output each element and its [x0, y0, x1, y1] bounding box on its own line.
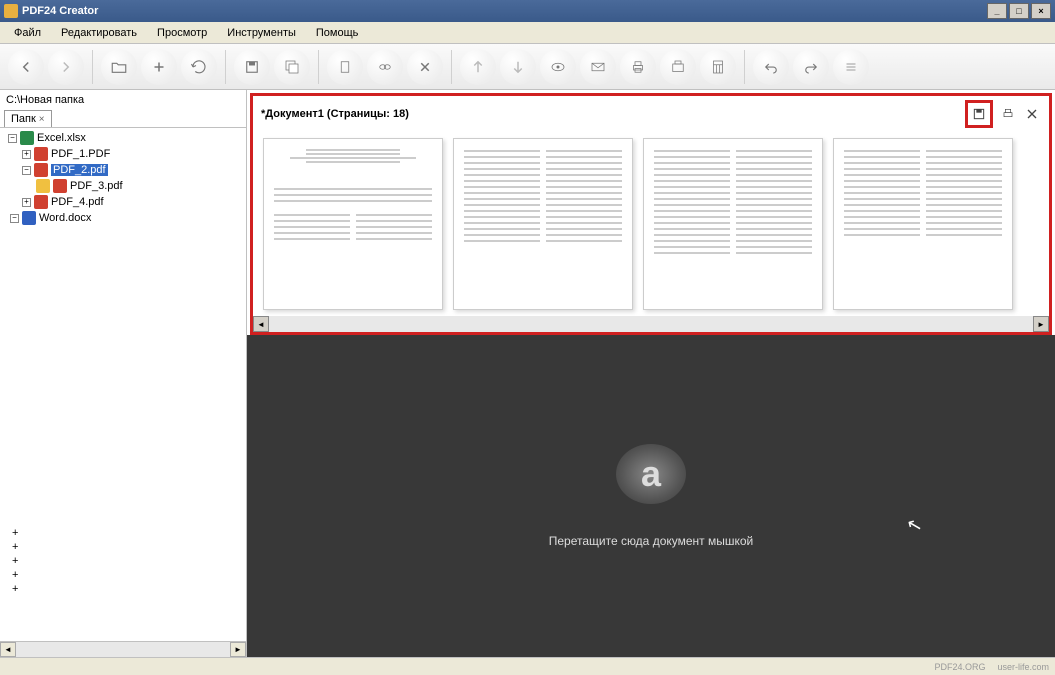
tree-extra-nodes: + + + + +	[6, 526, 246, 596]
expand-icon[interactable]: +	[12, 583, 18, 595]
document-header: *Документ1 (Страницы: 18)	[253, 96, 1049, 132]
window-controls: _ □ ×	[987, 3, 1051, 19]
tree-item[interactable]: − Excel.xlsx	[6, 130, 246, 146]
document-close-button[interactable]	[1023, 105, 1041, 123]
print-button[interactable]	[620, 49, 656, 85]
expand-icon[interactable]: +	[12, 527, 18, 539]
fax-button[interactable]	[660, 49, 696, 85]
back-button[interactable]	[8, 49, 44, 85]
preview-button[interactable]	[540, 49, 576, 85]
email-button[interactable]	[580, 49, 616, 85]
new-page-button[interactable]	[327, 49, 363, 85]
tab-label: Папк	[11, 113, 36, 125]
drop-hint-text: Перетащите сюда документ мышкой	[549, 534, 754, 548]
tree-item[interactable]: + PDF_4.pdf	[6, 194, 246, 210]
expand-icon[interactable]: −	[8, 134, 17, 143]
menu-help[interactable]: Помощь	[306, 25, 369, 41]
watermark: user-life.com	[997, 662, 1049, 672]
current-path-label: С:\Новая папка	[0, 90, 246, 110]
excel-file-icon	[20, 131, 34, 145]
drop-zone[interactable]: a ↖ Перетащите сюда документ мышкой	[247, 335, 1055, 657]
toolbar	[0, 44, 1055, 90]
menu-view[interactable]: Просмотр	[147, 25, 217, 41]
minimize-button[interactable]: _	[987, 3, 1007, 19]
page-thumbnail[interactable]	[263, 138, 443, 310]
menu-file[interactable]: Файл	[4, 25, 51, 41]
menu-tools[interactable]: Инструменты	[217, 25, 306, 41]
refresh-button[interactable]	[181, 49, 217, 85]
tree-item[interactable]: − PDF_2.pdf	[6, 162, 246, 178]
scroll-track[interactable]	[269, 316, 1033, 332]
file-label: PDF_2.pdf	[51, 164, 108, 176]
sidebar: С:\Новая папка Папк × − Excel.xlsx + PDF…	[0, 90, 247, 657]
word-file-icon	[22, 211, 36, 225]
list-button[interactable]	[833, 49, 869, 85]
undo-button[interactable]	[753, 49, 789, 85]
tree-item[interactable]: + PDF_1.PDF	[6, 146, 246, 162]
expand-icon[interactable]: +	[22, 198, 31, 207]
delete-button[interactable]	[407, 49, 443, 85]
save-button[interactable]	[234, 49, 270, 85]
sidebar-tabs: Папк ×	[0, 110, 246, 128]
watermark: PDF24.ORG	[934, 662, 985, 672]
expand-icon[interactable]: +	[22, 150, 31, 159]
open-button[interactable]	[101, 49, 137, 85]
pdf-file-icon	[34, 195, 48, 209]
app-icon	[4, 4, 18, 18]
document-panel: *Документ1 (Страницы: 18)	[250, 93, 1052, 335]
scroll-right-icon[interactable]: ►	[1033, 316, 1049, 332]
favorite-icon	[36, 179, 50, 193]
menubar: Файл Редактировать Просмотр Инструменты …	[0, 22, 1055, 44]
document-title: *Документ1 (Страницы: 18)	[261, 108, 965, 120]
file-label: Word.docx	[39, 212, 91, 224]
scroll-left-icon[interactable]: ◄	[0, 642, 16, 657]
footer: PDF24.ORG user-life.com	[0, 657, 1055, 675]
expand-icon[interactable]: +	[12, 541, 18, 553]
file-label: Excel.xlsx	[37, 132, 86, 144]
scroll-left-icon[interactable]: ◄	[253, 316, 269, 332]
document-print-button[interactable]	[999, 105, 1017, 123]
link-button[interactable]	[367, 49, 403, 85]
save-all-button[interactable]	[274, 49, 310, 85]
page-thumbnail[interactable]	[453, 138, 633, 310]
main-area: *Документ1 (Страницы: 18)	[247, 90, 1055, 657]
page-thumbnail[interactable]	[643, 138, 823, 310]
file-label: PDF_1.PDF	[51, 148, 110, 160]
expand-icon[interactable]: −	[10, 214, 19, 223]
document-save-button[interactable]	[965, 100, 993, 128]
scroll-right-icon[interactable]: ►	[230, 642, 246, 657]
file-tree: − Excel.xlsx + PDF_1.PDF − PDF_2.pdf PDF…	[0, 128, 246, 641]
down-button[interactable]	[500, 49, 536, 85]
maximize-button[interactable]: □	[1009, 3, 1029, 19]
titlebar: PDF24 Creator _ □ ×	[0, 0, 1055, 22]
pdf-file-icon	[34, 163, 48, 177]
file-label: PDF_4.pdf	[51, 196, 104, 208]
scroll-track[interactable]	[16, 642, 230, 657]
page-thumbnails	[253, 132, 1049, 316]
pdf-file-icon	[53, 179, 67, 193]
sidebar-tab[interactable]: Папк ×	[4, 110, 52, 127]
redo-button[interactable]	[793, 49, 829, 85]
expand-icon[interactable]: +	[12, 555, 18, 567]
tree-item[interactable]: − Word.docx	[6, 210, 246, 226]
drop-logo-icon: a	[616, 444, 686, 504]
menu-edit[interactable]: Редактировать	[51, 25, 147, 41]
page-thumbnail[interactable]	[833, 138, 1013, 310]
add-button[interactable]	[141, 49, 177, 85]
thumbnail-hscrollbar[interactable]: ◄ ►	[253, 316, 1049, 332]
tree-item[interactable]: PDF_3.pdf	[6, 178, 246, 194]
up-button[interactable]	[460, 49, 496, 85]
pdf-file-icon	[34, 147, 48, 161]
file-label: PDF_3.pdf	[70, 180, 123, 192]
expand-icon[interactable]: +	[12, 569, 18, 581]
forward-button[interactable]	[48, 49, 84, 85]
expand-icon[interactable]: −	[22, 166, 31, 175]
sidebar-hscrollbar[interactable]: ◄ ►	[0, 641, 246, 657]
cursor-icon: ↖	[905, 513, 925, 537]
close-button[interactable]: ×	[1031, 3, 1051, 19]
tab-close-icon[interactable]: ×	[39, 114, 45, 125]
calculator-button[interactable]	[700, 49, 736, 85]
window-title: PDF24 Creator	[22, 5, 987, 17]
